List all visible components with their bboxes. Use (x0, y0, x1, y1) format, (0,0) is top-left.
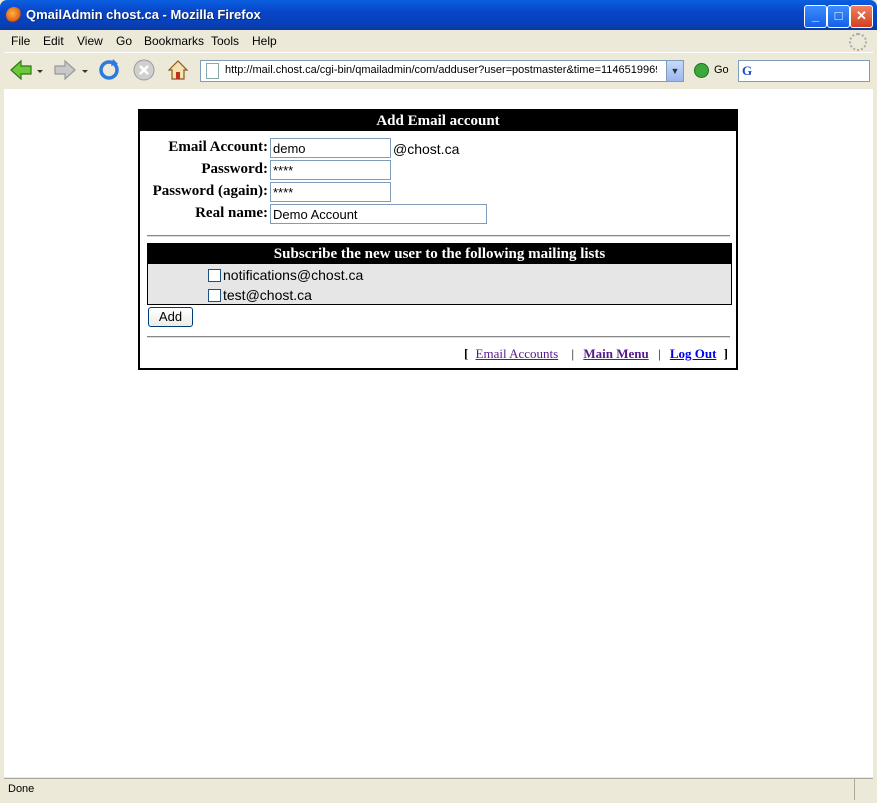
resize-grip[interactable] (854, 779, 873, 800)
link-separator: | (571, 346, 575, 361)
real-name-field[interactable]: Demo Account (270, 204, 487, 224)
bracket-close: ] (723, 346, 728, 361)
back-dropdown-icon[interactable] (35, 57, 45, 83)
go-icon[interactable] (694, 63, 709, 78)
add-button[interactable]: Add (148, 307, 193, 327)
home-icon[interactable] (165, 57, 191, 83)
password-again-field[interactable]: **** (270, 182, 391, 202)
page-icon (206, 63, 219, 79)
reload-icon[interactable] (96, 57, 122, 83)
list-item-label: notifications@chost.ca (223, 267, 364, 283)
email-accounts-link[interactable]: Email Accounts (476, 346, 559, 361)
url-text[interactable]: http://mail.chost.ca/cgi-bin/qmailadmin/… (225, 64, 657, 76)
menu-go[interactable]: Go (116, 34, 132, 48)
email-account-label: Email Account: (168, 139, 268, 155)
window-title: QmailAdmin chost.ca - Mozilla Firefox (26, 7, 261, 22)
stop-icon[interactable] (131, 57, 157, 83)
password-field[interactable]: **** (270, 160, 391, 180)
google-search-icon[interactable]: G (742, 63, 752, 79)
panel-title: Add Email account (140, 111, 736, 131)
firefox-icon (6, 7, 22, 23)
maximize-button[interactable]: □ (827, 5, 850, 28)
back-icon[interactable] (8, 57, 34, 83)
forward-dropdown-icon[interactable] (80, 57, 90, 83)
link-separator: | (657, 346, 661, 361)
password-label: Password: (201, 161, 268, 177)
throbber-icon (849, 33, 867, 51)
mailing-lists-section: Subscribe the new user to the following … (147, 243, 732, 305)
menu-file[interactable]: File (11, 34, 30, 48)
close-button[interactable]: ✕ (850, 5, 873, 28)
window-titlebar: QmailAdmin chost.ca - Mozilla Firefox _ … (0, 0, 877, 30)
main-menu-link[interactable]: Main Menu (583, 346, 648, 361)
email-account-field[interactable]: demo (270, 138, 391, 158)
minimize-button[interactable]: _ (804, 5, 827, 28)
divider (147, 336, 730, 338)
footer-nav: [ Email Accounts | Main Menu | Log Out ] (464, 346, 728, 362)
menu-bar: File Edit View Go Bookmarks Tools Help (4, 30, 873, 52)
log-out-link[interactable]: Log Out (670, 346, 717, 361)
status-bar: Done (4, 778, 873, 800)
bracket-open: [ (463, 346, 469, 361)
url-history-dropdown-icon[interactable]: ▼ (666, 61, 683, 81)
password-again-label: Password (again): (152, 183, 268, 199)
navigation-toolbar: http://mail.chost.ca/cgi-bin/qmailadmin/… (4, 52, 873, 90)
menu-tools[interactable]: Tools (211, 34, 239, 48)
mailing-lists-header: Subscribe the new user to the following … (148, 244, 731, 264)
search-box[interactable]: G (738, 60, 870, 82)
menu-bookmarks[interactable]: Bookmarks (144, 34, 204, 48)
menu-view[interactable]: View (77, 34, 103, 48)
url-bar[interactable]: http://mail.chost.ca/cgi-bin/qmailadmin/… (200, 60, 684, 82)
subscribe-checkbox[interactable] (208, 289, 221, 302)
list-item-label: test@chost.ca (223, 287, 312, 303)
real-name-label: Real name: (195, 205, 268, 221)
subscribe-checkbox[interactable] (208, 269, 221, 282)
divider (147, 235, 730, 237)
domain-suffix: @chost.ca (393, 141, 460, 157)
status-text: Done (8, 783, 35, 795)
forward-icon[interactable] (52, 57, 78, 83)
go-button[interactable]: Go (714, 64, 729, 76)
menu-help[interactable]: Help (252, 34, 277, 48)
menu-edit[interactable]: Edit (43, 34, 64, 48)
add-user-panel: Add Email account Email Account: demo @c… (138, 109, 738, 370)
page-viewport: Add Email account Email Account: demo @c… (4, 89, 873, 777)
